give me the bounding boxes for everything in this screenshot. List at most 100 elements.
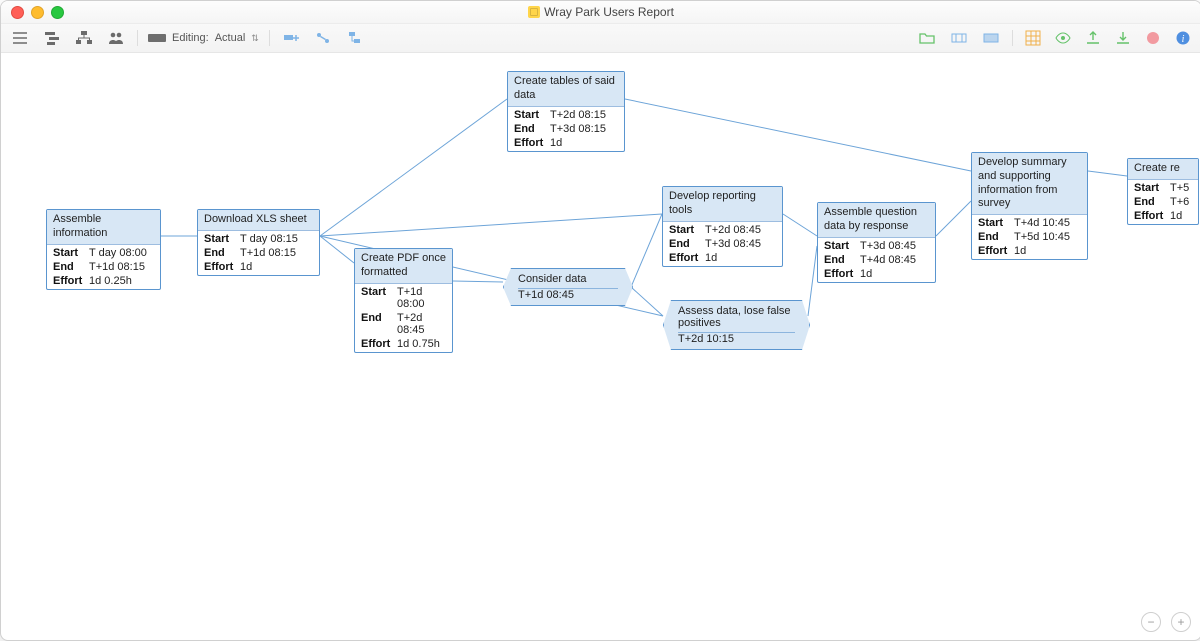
import-button[interactable]: [1083, 29, 1103, 47]
zoom-controls: − +: [1141, 612, 1191, 632]
outline-view-button[interactable]: [9, 29, 31, 47]
milestone-consider-data[interactable]: Consider data T+1d 08:45: [503, 268, 633, 306]
indent-icon: [347, 31, 363, 45]
value-start: T+5: [1170, 182, 1189, 194]
grid-button[interactable]: [1023, 29, 1043, 47]
value-end: T+4d 08:45: [860, 254, 916, 266]
task-fields: StartT+3d 08:45 EndT+4d 08:45 Effort1d: [818, 238, 935, 282]
value-start: T day 08:00: [89, 247, 147, 259]
label-end: End: [204, 247, 238, 259]
add-task-icon: [283, 31, 299, 45]
export-button[interactable]: [1113, 29, 1133, 47]
folder-button[interactable]: [916, 29, 938, 47]
visibility-button[interactable]: [1053, 29, 1073, 47]
folder-icon: [919, 31, 935, 45]
task-node-create-pdf[interactable]: Create PDF once formatted StartT+1d 08:0…: [354, 248, 453, 353]
wbs-view-button[interactable]: [73, 29, 95, 47]
plus-icon: +: [1177, 615, 1184, 629]
label-start: Start: [669, 224, 703, 236]
label-effort: Effort: [204, 261, 238, 273]
value-effort: 1d: [1014, 245, 1026, 257]
value-end: T+3d 08:15: [550, 123, 606, 135]
link-tasks-icon: [315, 31, 331, 45]
export-icon: [1115, 30, 1131, 46]
label-effort: Effort: [824, 268, 858, 280]
collapse-button[interactable]: [948, 29, 970, 47]
label-start: Start: [361, 286, 395, 310]
label-end: End: [669, 238, 703, 250]
task-node-download-xls[interactable]: Download XLS sheet StartT day 08:15 EndT…: [197, 209, 320, 276]
editing-label: Editing:: [172, 32, 209, 44]
task-node-create-re[interactable]: Create re StartT+5 EndT+6 Effort1d: [1127, 158, 1199, 225]
value-start: T+2d 08:45: [705, 224, 761, 236]
label-effort: Effort: [669, 252, 703, 264]
value-end: T+1d 08:15: [240, 247, 296, 259]
value-effort: 1d 0.25h: [89, 275, 132, 287]
task-fields: StartT+5 EndT+6 Effort1d: [1128, 180, 1198, 224]
label-start: Start: [514, 109, 548, 121]
task-title: Download XLS sheet: [198, 210, 319, 231]
progress-bar-icon: [148, 34, 166, 42]
label-effort: Effort: [361, 338, 395, 350]
zoom-window-button[interactable]: [51, 6, 64, 19]
milestone-date: T+1d 08:45: [518, 288, 618, 303]
import-icon: [1085, 30, 1101, 46]
task-node-develop-summary[interactable]: Develop summary and supporting informati…: [971, 152, 1088, 260]
task-node-develop-tools[interactable]: Develop reporting tools StartT+2d 08:45 …: [662, 186, 783, 267]
value-end: T+6: [1170, 196, 1189, 208]
minimize-window-button[interactable]: [31, 6, 44, 19]
value-end: T+3d 08:45: [705, 238, 761, 250]
task-fields: StartT+2d 08:15 EndT+3d 08:15 Effort1d: [508, 107, 624, 151]
network-diagram-canvas[interactable]: Assemble information StartT day 08:00 En…: [1, 51, 1200, 640]
stop-icon: [1145, 30, 1161, 46]
minus-icon: −: [1147, 615, 1154, 629]
task-node-assemble-information[interactable]: Assemble information StartT day 08:00 En…: [46, 209, 161, 290]
label-end: End: [824, 254, 858, 266]
window-title-text: Wray Park Users Report: [544, 5, 674, 19]
task-title: Create re: [1128, 159, 1198, 180]
value-start: T+1d 08:00: [397, 286, 446, 310]
value-end: T+2d 08:45: [397, 312, 446, 336]
close-window-button[interactable]: [11, 6, 24, 19]
zoom-in-button[interactable]: +: [1171, 612, 1191, 632]
task-title: Create tables of said data: [508, 72, 624, 107]
value-start: T day 08:15: [240, 233, 298, 245]
resources-button[interactable]: [105, 29, 127, 47]
info-button[interactable]: i: [1173, 29, 1193, 47]
label-effort: Effort: [53, 275, 87, 287]
svg-text:i: i: [1182, 34, 1185, 45]
label-start: Start: [978, 217, 1012, 229]
milestone-date: T+2d 10:15: [678, 332, 795, 347]
value-start: T+3d 08:45: [860, 240, 916, 252]
task-title: Develop reporting tools: [663, 187, 782, 222]
value-end: T+1d 08:15: [89, 261, 145, 273]
titlebar: Wray Park Users Report: [1, 1, 1200, 24]
grid-icon: [1025, 30, 1041, 46]
window-title: Wray Park Users Report: [528, 5, 674, 19]
value-effort: 1d: [550, 137, 562, 149]
chevron-updown-icon: ⇅: [251, 33, 259, 44]
task-node-assemble-question[interactable]: Assemble question data by response Start…: [817, 202, 936, 283]
collapse-icon: [951, 31, 967, 45]
expand-button[interactable]: [980, 29, 1002, 47]
zoom-out-button[interactable]: −: [1141, 612, 1161, 632]
toolbar-separator: [269, 30, 270, 46]
task-node-create-tables[interactable]: Create tables of said data StartT+2d 08:…: [507, 71, 625, 152]
toolbar: Editing: Actual ⇅: [1, 24, 1200, 53]
value-effort: 1d 0.75h: [397, 338, 440, 350]
editing-mode-selector[interactable]: Editing: Actual ⇅: [148, 32, 259, 44]
link-tasks-button[interactable]: [312, 29, 334, 47]
task-fields: StartT+4d 10:45 EndT+5d 10:45 Effort1d: [972, 215, 1087, 259]
add-task-button[interactable]: [280, 29, 302, 47]
label-end: End: [1134, 196, 1168, 208]
task-fields: StartT day 08:15 EndT+1d 08:15 Effort1d: [198, 231, 319, 275]
label-end: End: [978, 231, 1012, 243]
gantt-view-button[interactable]: [41, 29, 63, 47]
milestone-assess-data[interactable]: Assess data, lose false positives T+2d 1…: [663, 300, 810, 350]
indent-button[interactable]: [344, 29, 366, 47]
stop-button[interactable]: [1143, 29, 1163, 47]
value-effort: 1d: [705, 252, 717, 264]
value-end: T+5d 10:45: [1014, 231, 1070, 243]
value-start: T+2d 08:15: [550, 109, 606, 121]
milestone-title: Assess data, lose false positives: [678, 303, 795, 330]
